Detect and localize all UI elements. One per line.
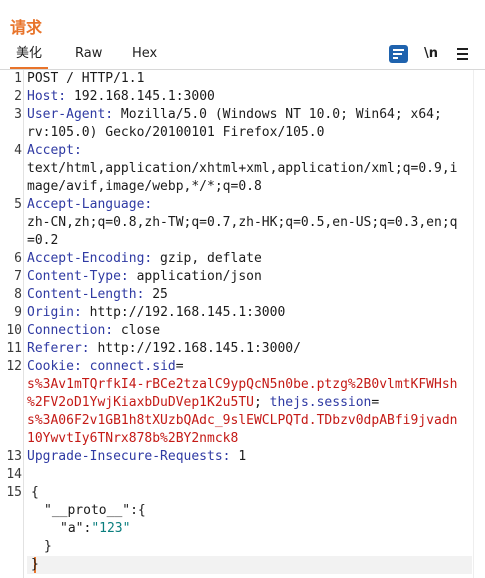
json-punct: :{ <box>130 503 146 518</box>
header-key: Host: <box>27 89 67 104</box>
header-value: gzip, deflate <box>152 251 262 266</box>
line-number: 6 <box>14 251 22 266</box>
header-accept-value: text/html,application/xhtml+xml,applicat… <box>27 160 457 178</box>
line-number: 14 <box>6 467 22 482</box>
wrap-lines-button[interactable] <box>389 44 410 64</box>
options-menu-button[interactable] <box>452 44 472 64</box>
cookie-value-text: %2FV2oD1YwjKiaxbDuDVep1K2u5TU <box>27 395 254 410</box>
header-value: 192.168.145.1:3000 <box>66 89 215 104</box>
header-key: Connection: <box>27 323 114 338</box>
header-value: Mozilla/5.0 (Windows NT 10.0; Win64; x64… <box>113 107 442 122</box>
tab-pretty[interactable]: 美化 <box>9 42 49 69</box>
header-value: =0.2 <box>27 233 59 248</box>
header-host: Host: 192.168.145.1:3000 <box>27 88 215 106</box>
json-proto-line: "__proto__":{ <box>44 502 146 520</box>
cookie-name: thejs.session <box>261 395 372 410</box>
header-value: rv:105.0) Gecko/20100101 Firefox/105.0 <box>27 125 325 140</box>
header-value: application/json <box>128 269 262 284</box>
request-line: POST / HTTP/1.1 <box>27 70 144 88</box>
header-key: Accept-Language: <box>27 197 153 212</box>
header-value: http://192.168.145.1:3000/ <box>89 341 301 356</box>
header-value: close <box>113 323 161 338</box>
header-accept-encoding: Accept-Encoding: gzip, deflate <box>27 250 262 268</box>
cookie-name: connect.sid <box>81 359 176 374</box>
line-number: 1 <box>14 71 22 86</box>
line-number: 8 <box>14 287 22 302</box>
cookie-value-text: s%3Av1mTQrfkI4-rBCe2tzalC9ypQcN5n0be.ptz… <box>27 377 458 392</box>
hamburger-menu-icon <box>452 48 472 60</box>
header-accept-language: Accept-Language: <box>27 196 152 214</box>
line-number: 3 <box>14 107 22 122</box>
header-value: 1 <box>230 449 247 464</box>
cookie-value-cont: 10YwvtIy6TNrx878b%2BY2nmck8 <box>27 430 238 448</box>
line-number: 11 <box>6 341 22 356</box>
wrap-lines-icon <box>389 45 408 63</box>
cookie-value: s%3A06F2v1GB1h8tXUzbQAdc_9slEWCLPQTd.TDb… <box>27 412 457 430</box>
line-number: 12 <box>6 359 22 374</box>
panel-title: 请求 <box>10 18 43 37</box>
cookie-value-text: s%3A06F2v1GB1h8tXUzbQAdc_9slEWCLPQTd.TDb… <box>27 413 458 428</box>
header-upgrade-insecure-requests: Upgrade-Insecure-Requests: 1 <box>27 448 246 466</box>
line-number: 13 <box>6 449 22 464</box>
line-number: 2 <box>14 89 22 104</box>
json-key: "a" <box>60 521 84 536</box>
header-key: Upgrade-Insecure-Requests: <box>27 449 231 464</box>
cookie-value-text: 10YwvtIy6TNrx878b%2BY2nmck8 <box>27 431 239 446</box>
view-tabs: 美化 Raw Hex \n <box>0 42 485 69</box>
cookie-value-cont: %2FV2oD1YwjKiaxbDuDVep1K2u5TU; thejs.ses… <box>27 395 380 410</box>
cookie-value: s%3Av1mTQrfkI4-rBCe2tzalC9ypQcN5n0be.ptz… <box>27 376 457 394</box>
line-number: 9 <box>14 305 22 320</box>
header-referer: Referer: http://192.168.145.1:3000/ <box>27 340 301 358</box>
header-content-type: Content-Type: application/json <box>27 268 262 286</box>
json-a-line: "a":"123" <box>60 520 130 538</box>
header-key: Referer: <box>27 341 90 356</box>
show-newlines-button[interactable]: \n <box>421 44 441 64</box>
header-connection: Connection: close <box>27 322 160 340</box>
json-inner-close: } <box>44 539 52 554</box>
header-key: Cookie: <box>27 359 82 374</box>
header-value: text/html,application/xhtml+xml,applicat… <box>27 161 458 176</box>
header-key: Content-Type: <box>27 269 129 284</box>
header-user-agent-cont: rv:105.0) Gecko/20100101 Firefox/105.0 <box>27 124 324 142</box>
header-accept: Accept: <box>27 142 82 160</box>
header-key: Origin: <box>27 305 82 320</box>
header-accept-value-cont: mage/avif,image/webp,*/*;q=0.8 <box>27 178 262 196</box>
header-value: zh-CN,zh;q=0.8,zh-TW;q=0.7,zh-HK;q=0.5,e… <box>27 215 458 230</box>
json-key: "__proto__" <box>44 503 131 518</box>
editor-margin-guide <box>473 70 474 578</box>
header-value: mage/avif,image/webp,*/*;q=0.8 <box>27 179 262 194</box>
line-number: 4 <box>14 143 22 158</box>
header-key: Content-Length: <box>27 287 145 302</box>
header-value: 25 <box>144 287 168 302</box>
json-outer-close: } <box>31 557 39 572</box>
header-key: Accept-Encoding: <box>27 251 153 266</box>
tab-hex[interactable]: Hex <box>132 42 157 66</box>
request-line-text: POST / HTTP/1.1 <box>27 71 145 86</box>
request-editor[interactable]: 1 2 3 4 5 6 7 8 9 10 11 12 13 14 15 POST… <box>0 70 485 578</box>
tab-raw[interactable]: Raw <box>75 42 102 66</box>
header-user-agent: User-Agent: Mozilla/5.0 (Windows NT 10.0… <box>27 106 442 124</box>
line-number: 5 <box>14 197 22 212</box>
header-value: http://192.168.145.1:3000 <box>81 305 286 320</box>
header-accept-language-value-cont: =0.2 <box>27 232 58 250</box>
header-accept-language-value: zh-CN,zh;q=0.8,zh-TW;q=0.7,zh-HK;q=0.5,e… <box>27 214 457 232</box>
header-key: Accept: <box>27 143 82 158</box>
json-open-brace: { <box>31 485 39 500</box>
line-number-gutter: 1 2 3 4 5 6 7 8 9 10 11 12 13 14 15 <box>0 70 22 578</box>
header-origin: Origin: http://192.168.145.1:3000 <box>27 304 285 322</box>
header-key: User-Agent: <box>27 107 114 122</box>
line-number: 7 <box>14 269 22 284</box>
header-content-length: Content-Length: 25 <box>27 286 168 304</box>
json-string-value: "123" <box>91 521 131 536</box>
line-number: 15 <box>6 485 22 500</box>
current-line-highlight <box>27 556 472 574</box>
line-number: 10 <box>6 323 22 338</box>
header-cookie: Cookie: connect.sid= <box>27 359 184 374</box>
